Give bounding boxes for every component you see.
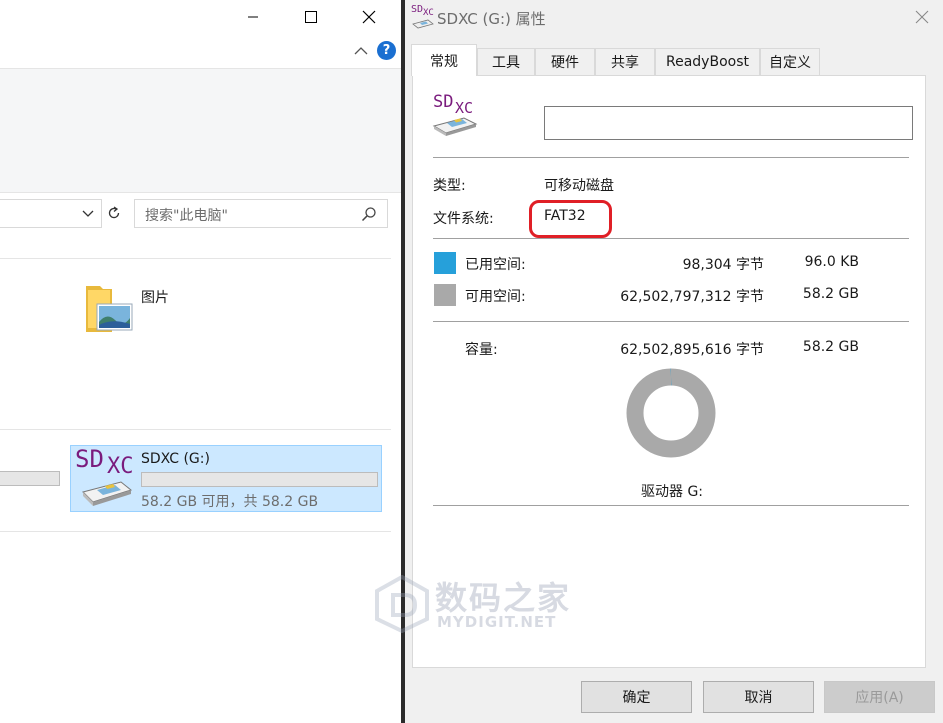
used-space-size: 96.0 KB	[804, 254, 859, 270]
search-placeholder: 搜索"此电脑"	[145, 208, 228, 224]
close-icon	[362, 10, 376, 24]
used-space-bytes: 98,304 字节	[682, 257, 764, 273]
drive-name: SDXC (G:)	[141, 451, 210, 467]
usage-donut-chart	[626, 368, 716, 458]
address-bar[interactable]	[0, 199, 102, 228]
used-space-label: 已用空间:	[465, 257, 526, 273]
separator	[433, 238, 909, 239]
watermark-en: MYDIGIT.NET	[437, 613, 557, 631]
divider	[0, 429, 391, 430]
type-value: 可移动磁盘	[544, 178, 614, 194]
sdxc-drive-icon	[412, 19, 434, 29]
type-label: 类型:	[433, 178, 466, 194]
search-input[interactable]: 搜索"此电脑"	[134, 199, 388, 228]
drive-name-field[interactable]	[544, 106, 913, 140]
drive-caption: 驱动器 G:	[641, 484, 704, 500]
apply-button[interactable]: 应用(A)	[824, 681, 935, 713]
title-drive-icon: SD XC	[410, 4, 436, 30]
tab-sharing[interactable]: 共享	[595, 48, 655, 75]
search-icon	[361, 207, 376, 222]
separator	[433, 505, 909, 506]
highlight-circle	[529, 200, 612, 238]
sd-logo: SD	[411, 4, 424, 15]
sd-logo: SD	[433, 92, 454, 112]
dialog-close-button[interactable]	[908, 4, 936, 30]
xc-logo: XC	[455, 99, 474, 117]
drive-space-text: 58.2 GB 可用，共 58.2 GB	[141, 494, 319, 510]
free-space-size: 58.2 GB	[802, 286, 859, 302]
folder-label: 图片	[141, 290, 169, 306]
refresh-button[interactable]	[102, 199, 126, 228]
drive-usage-bar	[0, 471, 60, 486]
ok-button[interactable]: 确定	[581, 681, 692, 713]
minimize-icon	[248, 16, 258, 18]
divider	[0, 531, 391, 532]
explorer-window: ? 搜索"此电脑" 图片 SD XC SDXC (G:) 58.2 GB 可用，…	[0, 0, 401, 723]
divider	[0, 258, 391, 259]
minimize-button[interactable]	[230, 0, 276, 34]
capacity-label: 容量:	[465, 342, 498, 358]
capacity-bytes: 62,502,895,616 字节	[620, 342, 764, 358]
sd-logo: SD	[75, 445, 104, 473]
free-space-bytes: 62,502,797,312 字节	[620, 289, 764, 305]
drive-tile-sdxc[interactable]: SD XC SDXC (G:) 58.2 GB 可用，共 58.2 GB	[70, 445, 382, 512]
free-space-label: 可用空间:	[465, 289, 526, 305]
ribbon	[0, 68, 401, 193]
dialog-title: SDXC (G:) 属性	[437, 10, 546, 28]
tab-hardware[interactable]: 硬件	[535, 48, 595, 75]
folder-pictures[interactable]: 图片	[82, 280, 202, 340]
used-space-swatch	[434, 252, 456, 274]
watermark: 数码之家 MYDIGIT.NET	[375, 573, 575, 637]
maximize-icon	[305, 11, 317, 23]
chevron-up-icon	[354, 47, 368, 55]
filesystem-label: 文件系统:	[433, 211, 494, 227]
drive-usage-bar	[141, 472, 378, 487]
close-icon	[915, 10, 929, 24]
tab-general[interactable]: 常规	[411, 44, 477, 76]
pictures-folder-icon	[86, 286, 133, 332]
separator	[433, 321, 909, 322]
maximize-button[interactable]	[288, 0, 334, 34]
refresh-icon	[108, 206, 120, 219]
free-space-ring	[626, 368, 716, 458]
capacity-size: 58.2 GB	[802, 339, 859, 355]
close-button[interactable]	[346, 0, 392, 34]
watermark-logo-icon	[375, 575, 429, 633]
tab-customize[interactable]: 自定义	[760, 48, 820, 75]
tab-readyboost[interactable]: ReadyBoost	[655, 48, 760, 75]
xc-logo: XC	[107, 454, 134, 479]
free-space-swatch	[434, 284, 456, 306]
xc-logo: XC	[423, 8, 434, 18]
tab-tools[interactable]: 工具	[477, 48, 535, 75]
separator	[433, 157, 909, 158]
drive-icon-large: SD XC	[432, 92, 480, 140]
help-button[interactable]: ?	[377, 41, 396, 60]
chevron-down-icon	[82, 210, 94, 217]
ribbon-collapse-button[interactable]	[354, 44, 368, 60]
cancel-button[interactable]: 取消	[703, 681, 814, 713]
help-icon: ?	[382, 43, 391, 58]
